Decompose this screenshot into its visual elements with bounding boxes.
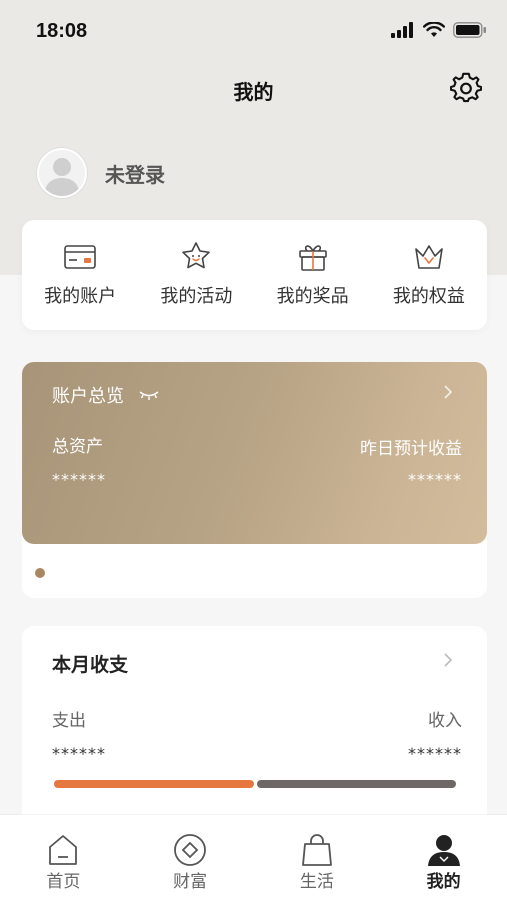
avatar[interactable] [37, 148, 87, 198]
tab-wealth[interactable]: 财富 [127, 815, 254, 900]
yesterday-income-label: 昨日预计收益 [360, 439, 462, 459]
expense-label: 支出 [52, 711, 86, 731]
income-label: 收入 [428, 711, 462, 731]
quick-action-account[interactable]: 我的账户 [22, 220, 138, 330]
bottom-tab-bar: 首页 财富 生活 我的 [0, 815, 507, 900]
quick-action-label: 我的权益 [392, 286, 465, 307]
income-bar-segment [257, 780, 456, 788]
tab-label: 生活 [299, 872, 334, 892]
battery-icon [453, 22, 486, 38]
total-assets-label: 总资产 [52, 437, 103, 457]
page-title: 我的 [233, 80, 274, 104]
quick-action-label: 我的账户 [44, 286, 117, 307]
quick-actions-card: 我的账户 我的活动 我的奖品 我的权益 [22, 220, 487, 330]
quick-action-benefits[interactable]: 我的权益 [371, 220, 487, 330]
crown-icon [415, 245, 443, 269]
wealth-icon [174, 834, 207, 866]
status-icons [391, 22, 487, 38]
yesterday-income-value: ****** [408, 470, 462, 489]
signal-icon [391, 22, 413, 38]
quick-action-activity[interactable]: 我的活动 [138, 220, 254, 330]
card-icon [64, 245, 96, 269]
quick-action-label: 我的奖品 [276, 286, 349, 307]
quick-action-prizes[interactable]: 我的奖品 [255, 220, 371, 330]
status-bar: 18:08 [0, 0, 507, 60]
person-avatar-icon [44, 158, 80, 196]
status-time: 18:08 [36, 20, 88, 42]
tab-life[interactable]: 生活 [254, 815, 381, 900]
account-overview-card[interactable]: 账户总览 总资产 昨日预计收益 ****** ****** [22, 362, 487, 544]
expense-bar-segment [54, 780, 254, 788]
login-status[interactable]: 未登录 [105, 159, 165, 188]
quick-action-label: 我的活动 [160, 286, 233, 307]
gear-icon [449, 72, 483, 103]
tab-label: 财富 [173, 872, 208, 892]
chevron-right-icon[interactable] [443, 384, 453, 400]
total-assets-value: ****** [52, 470, 106, 489]
expense-value: ****** [52, 744, 106, 763]
account-overview-section: 账户总览 总资产 昨日预计收益 ****** ****** [22, 362, 487, 598]
tab-label: 我的 [426, 872, 461, 892]
person-icon [427, 835, 460, 866]
wifi-icon [423, 22, 445, 37]
overview-title: 账户总览 [52, 386, 124, 407]
monthly-income-expense-card[interactable]: 本月收支 支出 收入 ****** ****** [22, 626, 487, 826]
profile-section[interactable]: 未登录 [37, 148, 165, 198]
overview-title-row: 账户总览 [52, 382, 160, 408]
carousel-indicator-dot [35, 568, 45, 578]
star-face-icon [182, 242, 211, 269]
chevron-right-icon[interactable] [443, 652, 453, 668]
home-icon [49, 835, 78, 865]
tab-mine[interactable]: 我的 [380, 815, 507, 900]
shopping-bag-icon [301, 834, 332, 866]
eye-closed-icon[interactable] [138, 389, 160, 401]
gift-icon [298, 245, 327, 271]
settings-button[interactable] [449, 72, 483, 104]
income-value: ****** [408, 744, 462, 763]
monthly-title: 本月收支 [52, 654, 129, 676]
income-expense-bar [54, 780, 456, 788]
tab-label: 首页 [46, 872, 81, 892]
tab-home[interactable]: 首页 [0, 815, 127, 900]
